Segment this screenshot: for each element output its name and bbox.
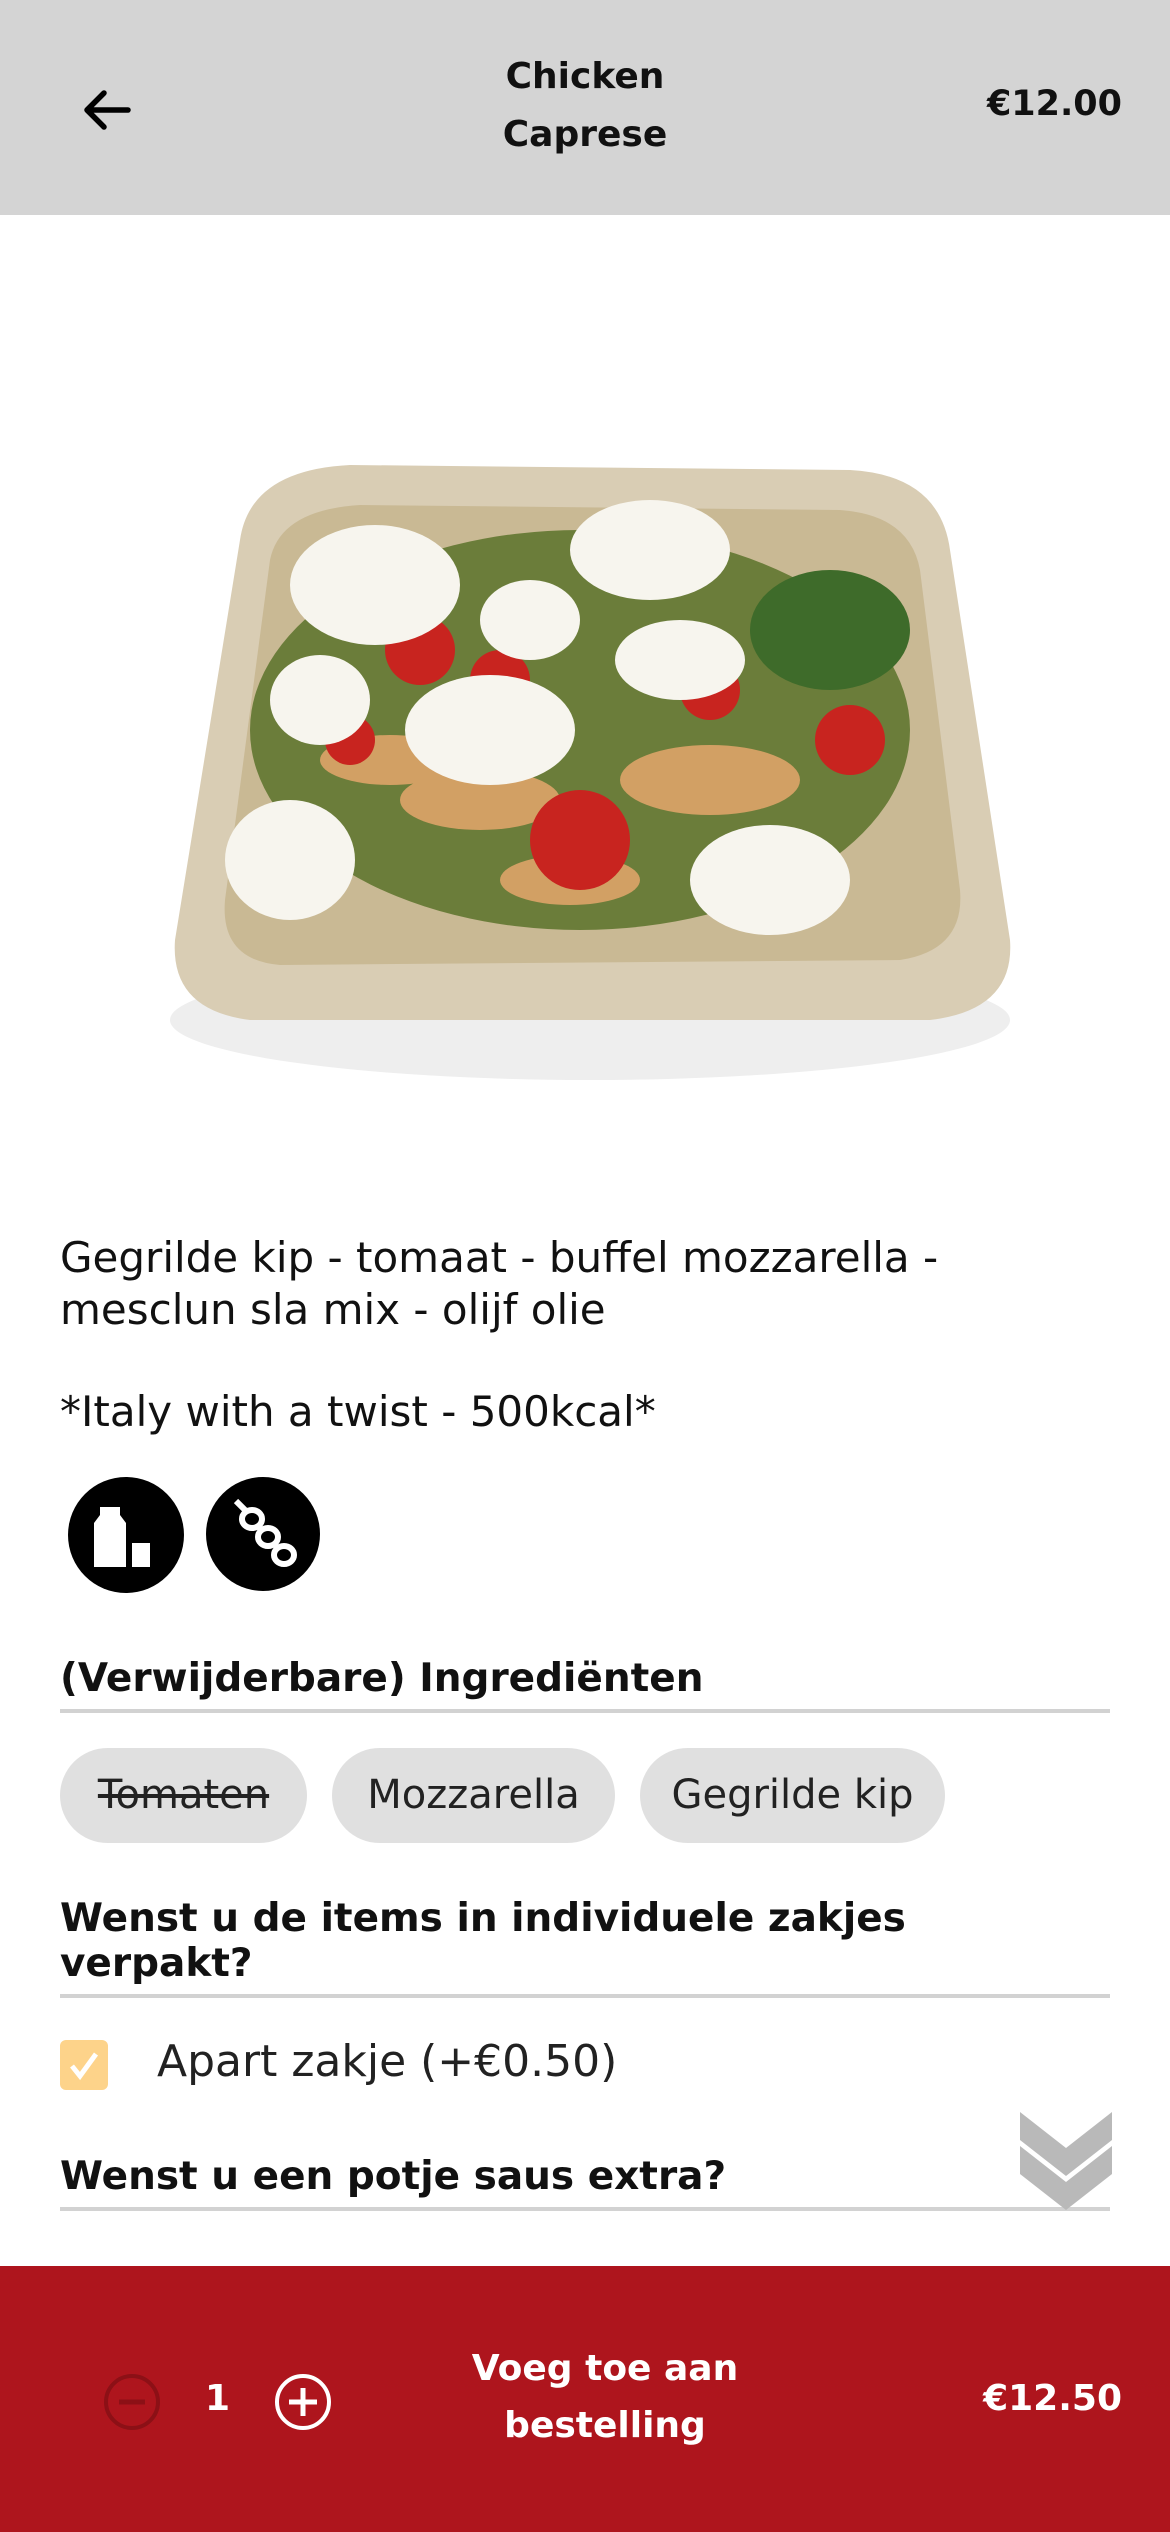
decrease-quantity-icon[interactable] [102,2372,162,2432]
checkmark-icon [70,2052,99,2081]
total-price: €12.50 [983,2378,1122,2419]
header-price: €12.00 [986,84,1122,124]
scroll-down-chevron-icon[interactable] [1020,2112,1112,2212]
sauce-heading: Wenst u een potje saus extra? [60,2154,1110,2211]
title-line-1: Chicken [505,56,665,97]
apart-zakje-checkbox[interactable] [60,2040,108,2090]
page-title: Chicken Caprese [385,48,785,164]
footer-bar: 1 Voeg toe aan bestelling €12.50 [0,2266,1170,2532]
product-photo [170,465,1011,1080]
add-button-line-1: Voeg toe aan [471,2348,739,2389]
description-line-1: Gegrilde kip - tomaat - buffel mozzarell… [60,1233,939,1282]
increase-quantity-icon[interactable] [273,2372,333,2432]
ingredient-chip-tomaten[interactable]: Tomaten [60,1748,307,1843]
back-arrow-icon[interactable] [78,80,138,140]
tagline: *Italy with a twist - 500kcal* [60,1387,656,1436]
milk-allergen-icon [68,1477,184,1593]
quantity-value: 1 [205,2378,231,2419]
title-line-2: Caprese [502,114,668,155]
ingredient-chip-mozzarella[interactable]: Mozzarella [332,1748,615,1843]
packaging-heading: Wenst u de items in individuele zakjes v… [60,1896,1110,1998]
apart-zakje-label[interactable]: Apart zakje (+€0.50) [157,2036,617,2087]
ingredients-heading: (Verwijderbare) Ingrediënten [60,1656,1110,1713]
add-to-order-button[interactable]: Voeg toe aan bestelling [440,2340,770,2454]
description-line-2: mesclun sla mix - olijf olie [60,1285,606,1334]
header: Chicken Caprese €12.00 [0,0,1170,215]
ingredient-chip-gegrilde-kip[interactable]: Gegrilde kip [640,1748,945,1843]
add-button-line-2: bestelling [504,2405,706,2446]
soy-allergen-icon [206,1477,320,1591]
